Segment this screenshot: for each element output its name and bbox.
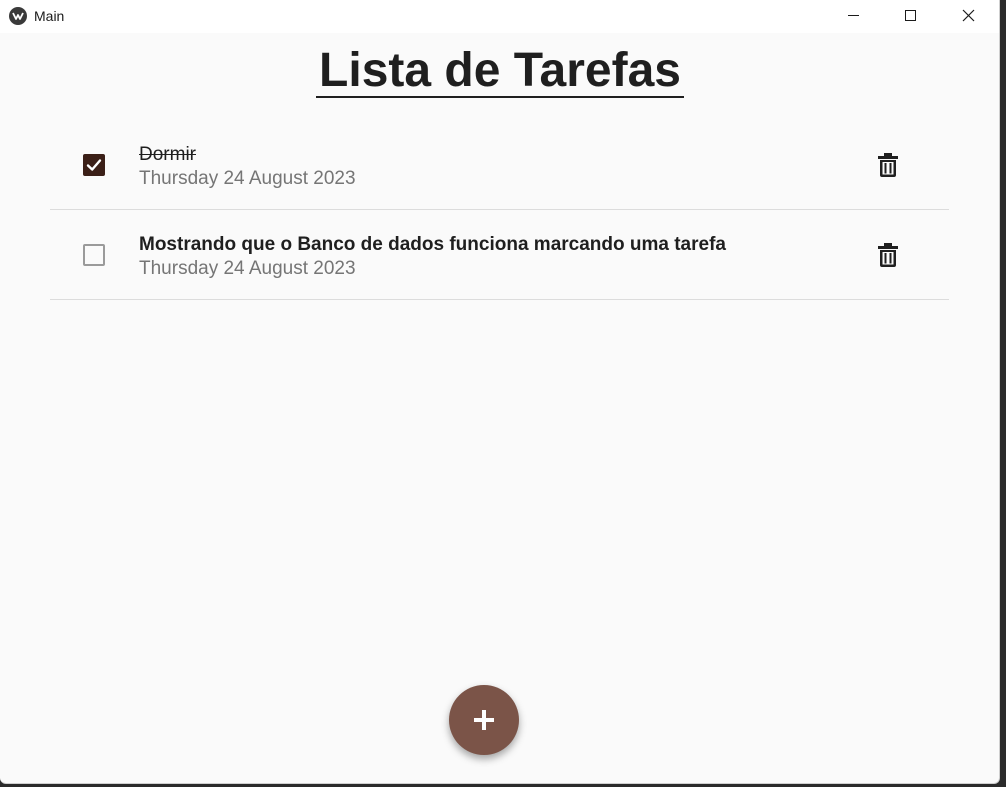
close-icon (962, 9, 975, 22)
task-checkbox[interactable] (83, 244, 105, 266)
delete-task-button[interactable] (876, 242, 900, 268)
maximize-icon (905, 10, 916, 21)
minimize-button[interactable] (824, 0, 882, 33)
task-list-item[interactable]: Mostrando que o Banco de dados funciona … (50, 210, 949, 300)
minimize-icon (848, 15, 859, 16)
checkmark-icon (86, 159, 102, 171)
window-title: Main (34, 8, 65, 24)
plus-icon (474, 710, 494, 730)
trash-icon (878, 243, 898, 267)
task-list-item[interactable]: Dormir Thursday 24 August 2023 (50, 120, 949, 210)
task-date: Thursday 24 August 2023 (139, 168, 356, 189)
title-bar[interactable]: Main (0, 0, 999, 33)
kivy-logo-icon (9, 7, 27, 25)
close-button[interactable] (940, 0, 998, 33)
task-title: Dormir (139, 144, 196, 165)
delete-task-button[interactable] (876, 152, 900, 178)
task-title: Mostrando que o Banco de dados funciona … (139, 234, 726, 255)
task-date: Thursday 24 August 2023 (139, 258, 356, 279)
add-task-button[interactable] (449, 685, 519, 755)
app-window: Main Lista de Tarefas Dormir Thursday 24… (0, 0, 1000, 784)
task-checkbox[interactable] (83, 154, 105, 176)
maximize-button[interactable] (882, 0, 940, 33)
background-strip-right (1000, 0, 1006, 787)
trash-icon (878, 153, 898, 177)
page-title: Lista de Tarefas (316, 44, 684, 98)
